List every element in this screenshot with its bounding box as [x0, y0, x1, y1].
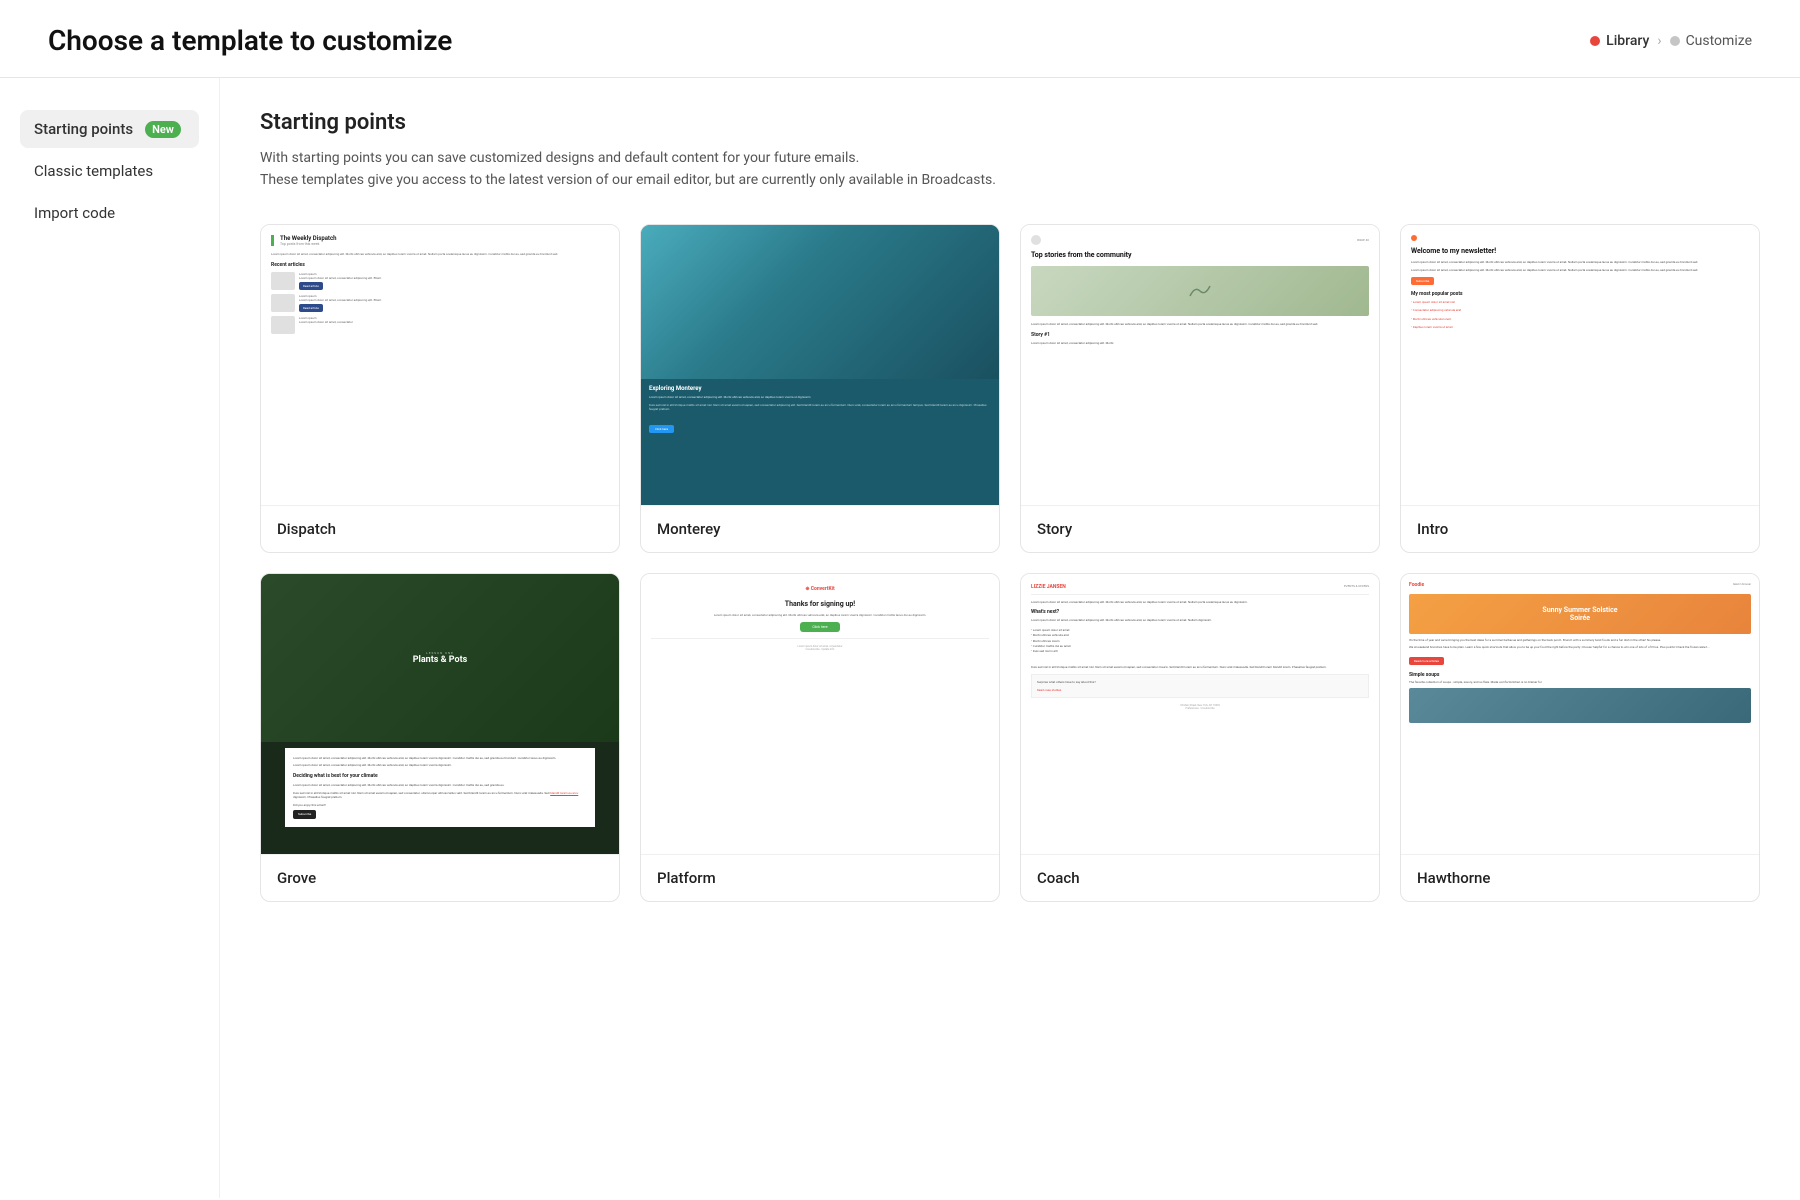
sidebar-item-label-import-code: Import code	[34, 204, 115, 222]
sidebar: Starting points New Classic templates Im…	[0, 78, 220, 1198]
template-card-platform[interactable]: ⊕ ConvertKit Thanks for signing up! Lore…	[640, 573, 1000, 902]
templates-grid: The Weekly Dispatch Top posts from this …	[260, 224, 1760, 902]
template-name-dispatch: Dispatch	[261, 505, 619, 552]
template-name-story: Story	[1021, 505, 1379, 552]
sidebar-badge-new: New	[145, 121, 181, 138]
template-name-coach: Coach	[1021, 854, 1379, 901]
template-preview-monterey: Exploring Monterey Lorem ipsum dolor sit…	[641, 225, 999, 505]
template-card-story[interactable]: ISSUE 40 Top stories from the community …	[1020, 224, 1380, 553]
main-layout: Starting points New Classic templates Im…	[0, 78, 1800, 1198]
template-preview-story: ISSUE 40 Top stories from the community …	[1021, 225, 1379, 505]
sidebar-item-label-classic-templates: Classic templates	[34, 162, 153, 180]
breadcrumb: Library › Customize	[1590, 33, 1752, 49]
template-name-monterey: Monterey	[641, 505, 999, 552]
main-content: Starting points With starting points you…	[220, 78, 1800, 1198]
template-card-hawthorne[interactable]: Foodie Read in browser Sunny Summer Sols…	[1400, 573, 1760, 902]
template-preview-coach: LIZZIE JANSEN EVENTS & OFFERS Lorem ipsu…	[1021, 574, 1379, 854]
template-preview-dispatch: The Weekly Dispatch Top posts from this …	[261, 225, 619, 505]
customize-dot-icon	[1670, 36, 1680, 46]
template-card-intro[interactable]: Welcome to my newsletter! Lorem ipsum do…	[1400, 224, 1760, 553]
content-desc-line1: With starting points you can save custom…	[260, 150, 859, 166]
content-desc-line2: These templates give you access to the l…	[260, 172, 996, 188]
template-card-grove[interactable]: LESSON ONE Plants & Pots Lorem ipsum dol…	[260, 573, 620, 902]
page-title: Choose a template to customize	[48, 24, 452, 57]
content-description: With starting points you can save custom…	[260, 147, 1760, 192]
breadcrumb-customize: Customize	[1670, 33, 1752, 49]
template-card-coach[interactable]: LIZZIE JANSEN EVENTS & OFFERS Lorem ipsu…	[1020, 573, 1380, 902]
sidebar-item-label-starting-points: Starting points	[34, 120, 133, 138]
template-preview-intro: Welcome to my newsletter! Lorem ipsum do…	[1401, 225, 1759, 505]
breadcrumb-chevron-icon: ›	[1657, 33, 1661, 49]
sidebar-item-classic-templates[interactable]: Classic templates	[20, 152, 199, 190]
breadcrumb-library: Library	[1590, 33, 1649, 49]
top-bar: Choose a template to customize Library ›…	[0, 0, 1800, 78]
template-name-grove: Grove	[261, 854, 619, 901]
template-name-platform: Platform	[641, 854, 999, 901]
template-preview-platform: ⊕ ConvertKit Thanks for signing up! Lore…	[641, 574, 999, 854]
sidebar-item-import-code[interactable]: Import code	[20, 194, 199, 232]
library-label[interactable]: Library	[1606, 33, 1649, 49]
template-preview-grove: LESSON ONE Plants & Pots Lorem ipsum dol…	[261, 574, 619, 854]
template-name-intro: Intro	[1401, 505, 1759, 552]
template-card-monterey[interactable]: Exploring Monterey Lorem ipsum dolor sit…	[640, 224, 1000, 553]
template-name-hawthorne: Hawthorne	[1401, 854, 1759, 901]
content-title: Starting points	[260, 110, 1760, 135]
sidebar-item-starting-points[interactable]: Starting points New	[20, 110, 199, 148]
customize-label: Customize	[1686, 33, 1752, 49]
template-card-dispatch[interactable]: The Weekly Dispatch Top posts from this …	[260, 224, 620, 553]
library-dot-icon	[1590, 36, 1600, 46]
template-preview-hawthorne: Foodie Read in browser Sunny Summer Sols…	[1401, 574, 1759, 854]
